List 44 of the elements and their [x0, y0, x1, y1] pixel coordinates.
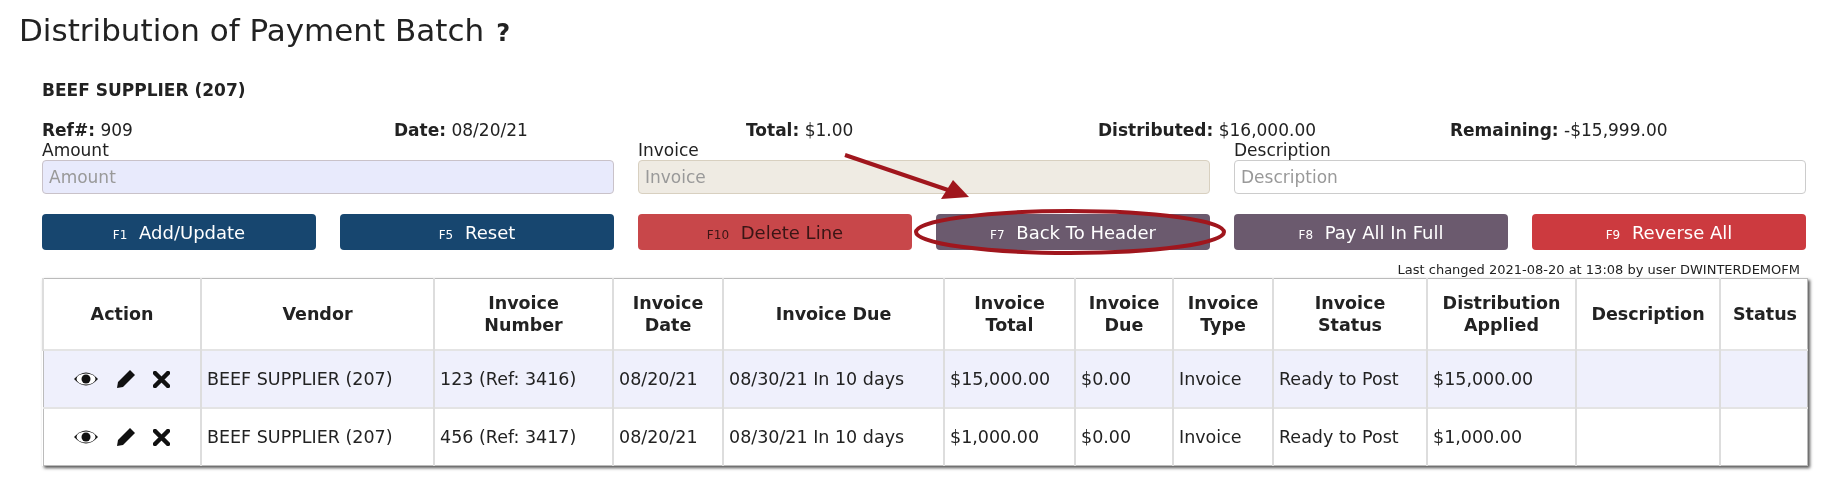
table-cell: BEEF SUPPLIER (207) [201, 408, 434, 466]
table-cell: $15,000.00 [944, 350, 1075, 408]
field-label: Invoice [638, 140, 699, 160]
summary-item: Distributed: $16,000.00 [1098, 120, 1318, 140]
field-label: Description [1234, 140, 1331, 160]
field-label: Amount [42, 140, 109, 160]
table-cell: Ready to Post [1273, 350, 1427, 408]
table-cell: Invoice [1173, 408, 1273, 466]
pencil-icon[interactable] [116, 427, 137, 447]
vendor-heading: BEEF SUPPLIER (207) [42, 80, 247, 100]
table-cell: Ready to Post [1273, 408, 1427, 466]
delete-icon[interactable] [153, 428, 171, 446]
table-cell: $0.00 [1075, 350, 1173, 408]
table-cell: $15,000.00 [1427, 350, 1576, 408]
action-button[interactable]: F5 Reset [340, 214, 614, 250]
table-cell: 123 (Ref: 3416) [434, 350, 613, 408]
eye-icon[interactable] [73, 428, 100, 446]
table-cell: $0.00 [1075, 408, 1173, 466]
action-button[interactable]: F1 Add/Update [42, 214, 316, 250]
action-button[interactable]: F8 Pay All In Full [1234, 214, 1508, 250]
table-cell: 08/20/21 [613, 350, 723, 408]
summary-item: Date: 08/20/21 [394, 120, 529, 140]
action-button[interactable]: F7 Back To Header [936, 214, 1210, 250]
eye-icon[interactable] [73, 370, 100, 388]
help-icon[interactable]: ? [496, 19, 511, 47]
table-cell: $1,000.00 [1427, 408, 1576, 466]
table-cell: BEEF SUPPLIER (207) [201, 350, 434, 408]
summary-item: Ref#: 909 [42, 120, 134, 140]
action-button[interactable]: F9 Reverse All [1532, 214, 1806, 250]
summary-item: Remaining: -$15,999.00 [1450, 120, 1669, 140]
input-field[interactable]: Description [1234, 160, 1806, 194]
table-cell: 08/20/21 [613, 408, 723, 466]
table-cell: Invoice [1173, 350, 1273, 408]
delete-icon[interactable] [153, 370, 171, 388]
table-cell: 456 (Ref: 3417) [434, 408, 613, 466]
page-title: Distribution of Payment Batch [19, 12, 485, 48]
pencil-icon[interactable] [116, 369, 137, 389]
table-cell: 08/30/21 In 10 days [723, 350, 944, 408]
last-changed-note: Last changed 2021-08-20 at 13:08 by user DWINTERDEMOFM [1396, 262, 1800, 278]
action-button[interactable]: F10 Delete Line [638, 214, 912, 250]
table-cell: $1,000.00 [944, 408, 1075, 466]
summary-item: Total: $1.00 [746, 120, 855, 140]
input-field[interactable]: Amount [42, 160, 614, 194]
table-cell: 08/30/21 In 10 days [723, 408, 944, 466]
